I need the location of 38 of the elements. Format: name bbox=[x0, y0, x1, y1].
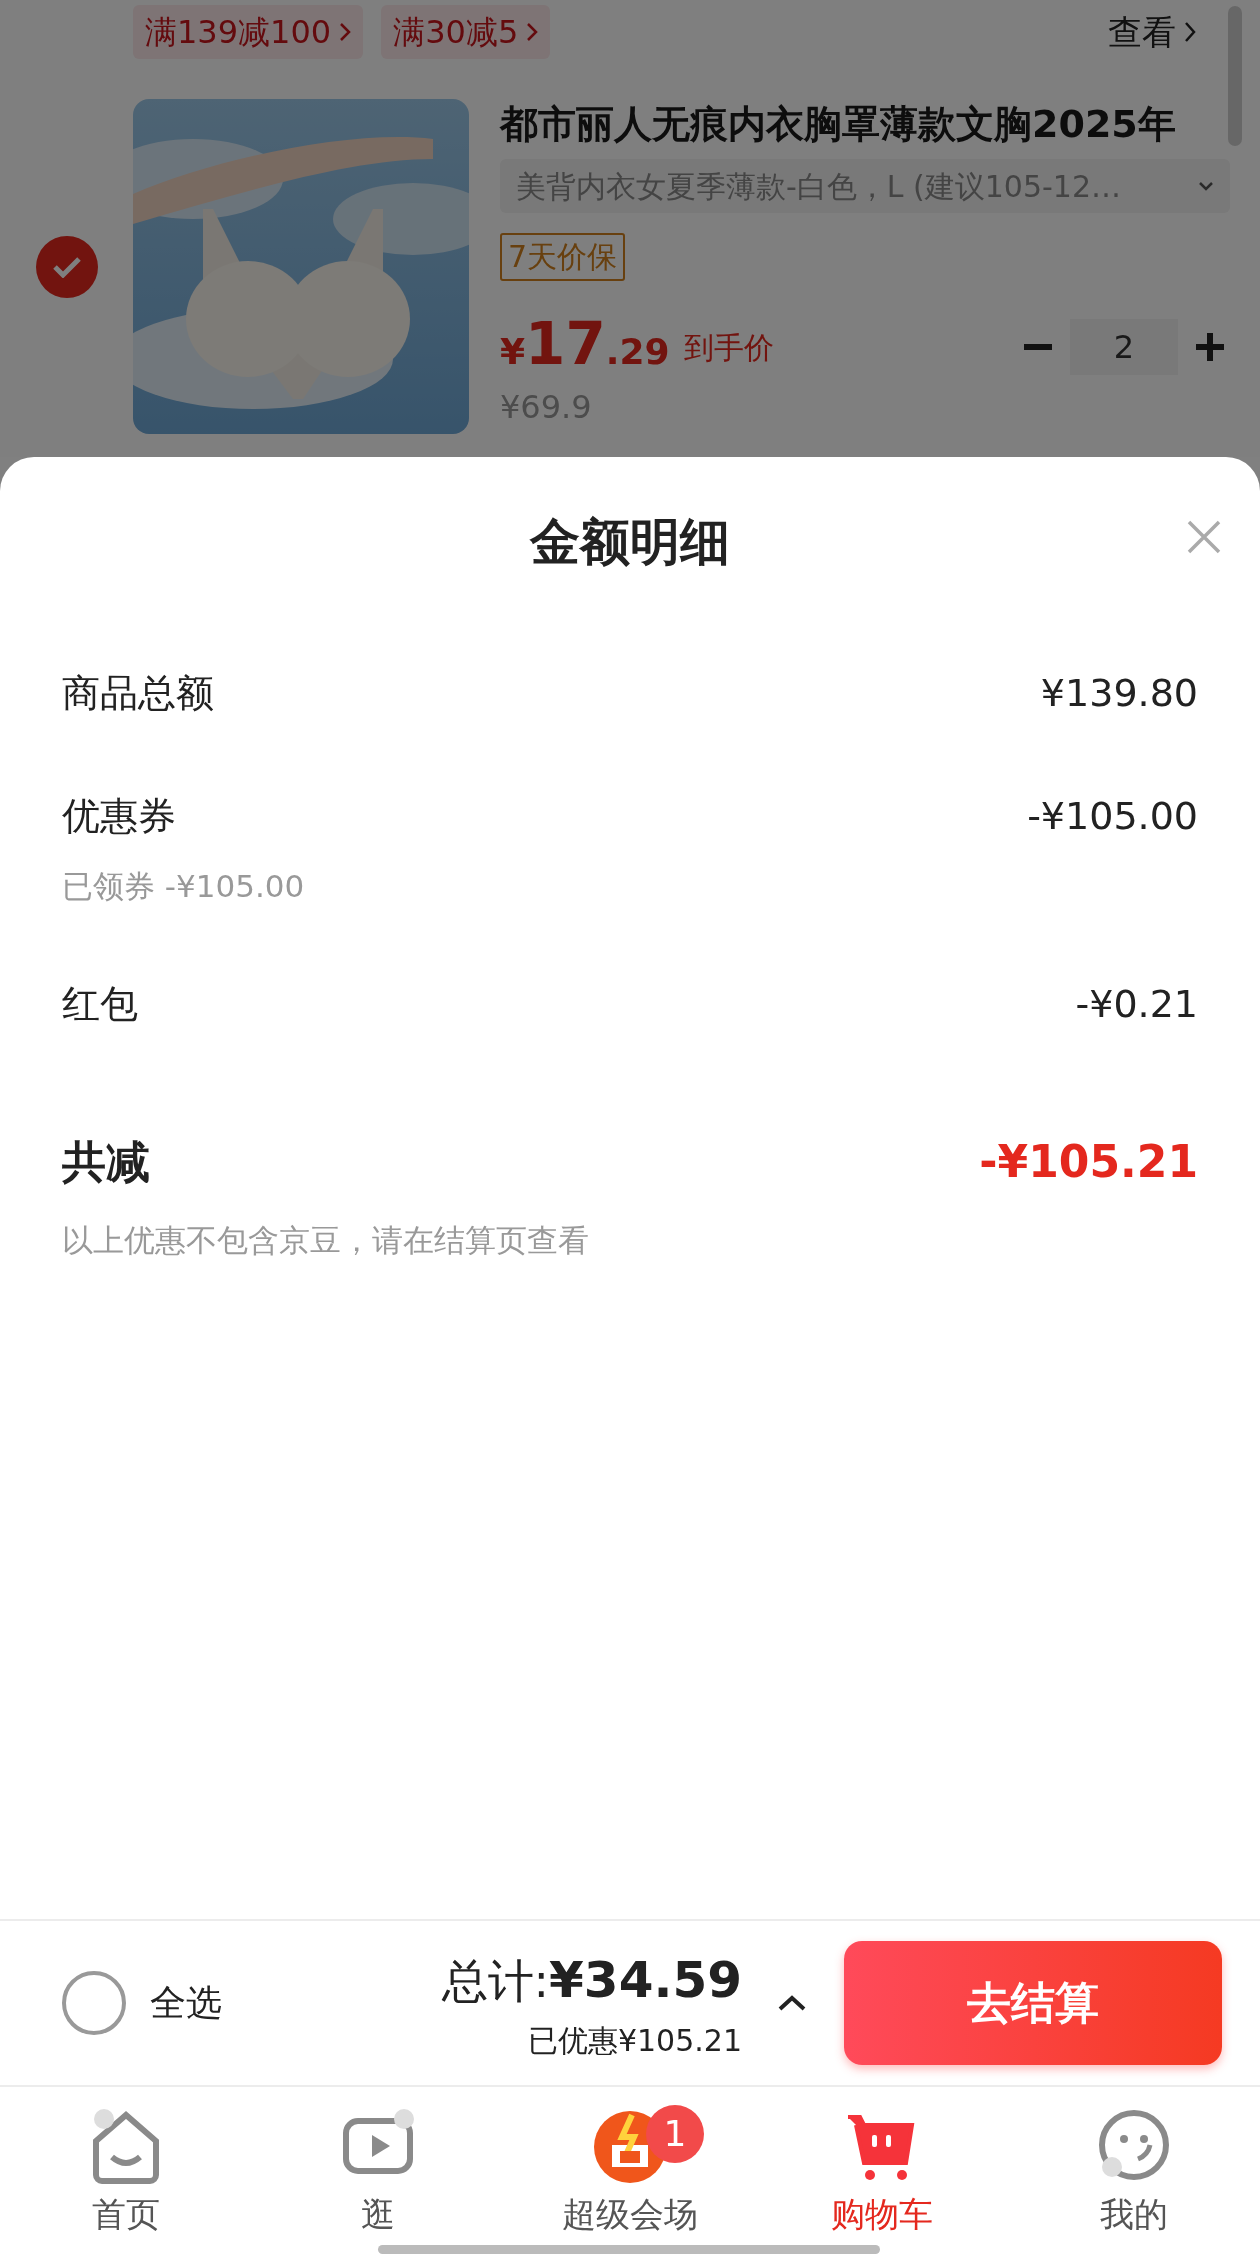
row-amount: -¥105.00 bbox=[1027, 793, 1198, 840]
chevron-down-icon bbox=[1198, 181, 1214, 191]
chevron-right-icon bbox=[339, 22, 352, 42]
saved-amount: 已优惠¥105.21 bbox=[527, 2022, 742, 2060]
promo-tag[interactable]: 满30减5 bbox=[381, 5, 551, 59]
minus-icon bbox=[1024, 344, 1052, 350]
row-amount: -¥0.21 bbox=[1075, 980, 1198, 1028]
tab-item[interactable]: 购物车 bbox=[756, 2105, 1008, 2260]
total-amount: ¥34.59 bbox=[549, 1950, 742, 2011]
plus-icon bbox=[1196, 333, 1224, 361]
view-link[interactable]: 查看 bbox=[1108, 6, 1196, 58]
product-title: 都市丽人无痕内衣胸罩薄款文胸2025年 bbox=[500, 101, 1177, 148]
row-amount: ¥139.80 bbox=[1040, 670, 1198, 717]
chevron-right-icon bbox=[1184, 21, 1196, 43]
deal-price: ¥17.29 bbox=[500, 315, 670, 379]
close-icon bbox=[1186, 519, 1222, 555]
sheet-title: 金额明细 bbox=[530, 512, 730, 573]
total-discount-label: 共减 bbox=[62, 1134, 150, 1189]
quantity-field[interactable]: 2 bbox=[1070, 319, 1178, 375]
tab-item[interactable]: 逛 bbox=[252, 2105, 504, 2260]
total-label: 总计: bbox=[441, 1953, 550, 2010]
row-label: 红包 bbox=[62, 980, 138, 1028]
checkout-button[interactable]: 去结算 bbox=[844, 1941, 1222, 2065]
caret-up-icon bbox=[778, 1995, 806, 2011]
row-note: 以上优惠不包含京豆，请在结算页查看 bbox=[62, 1220, 590, 1260]
row-label: 优惠券 bbox=[62, 793, 176, 840]
chevron-right-icon bbox=[526, 22, 539, 42]
row-note: 已领券 -¥105.00 bbox=[62, 867, 306, 906]
total-discount-amount: -¥105.21 bbox=[979, 1134, 1198, 1189]
tab-item[interactable]: 我的 bbox=[1008, 2105, 1260, 2260]
count-badge: 1 bbox=[646, 2105, 704, 2163]
price-label: 到手价 bbox=[683, 328, 774, 367]
price-protection-badge: 7天价保 bbox=[500, 233, 626, 281]
select-all-label: 全选 bbox=[150, 1981, 222, 2025]
promo-tag[interactable]: 满139减100 bbox=[133, 5, 364, 59]
row-label: 商品总额 bbox=[62, 670, 214, 717]
check-icon bbox=[52, 255, 82, 278]
tab-item[interactable]: 首页 bbox=[0, 2105, 252, 2260]
